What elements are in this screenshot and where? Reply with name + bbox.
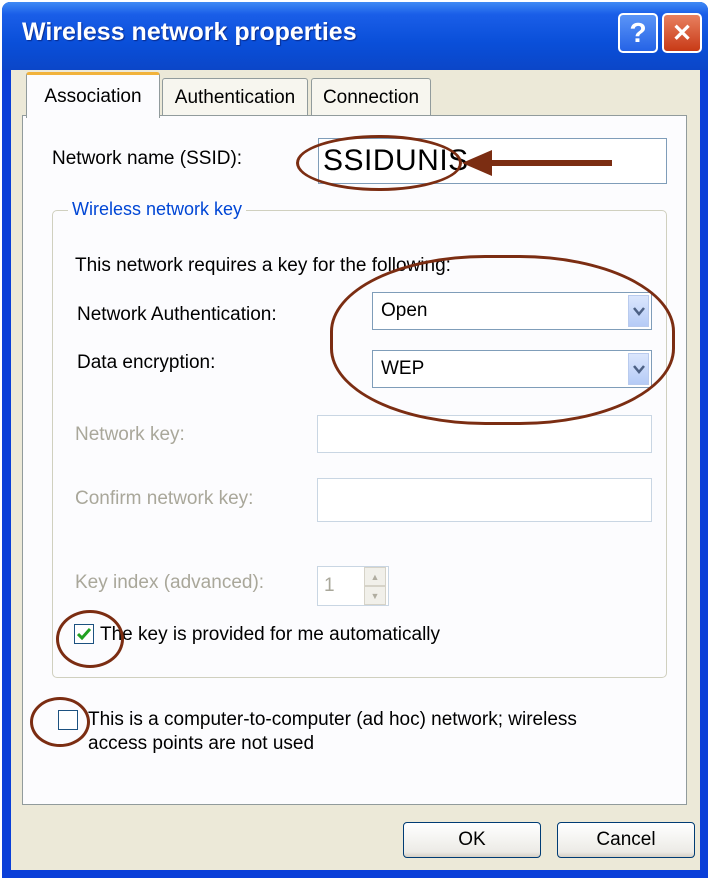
close-icon: ✕ bbox=[671, 19, 693, 47]
spin-down-icon[interactable]: ▼ bbox=[364, 586, 386, 605]
network-auth-label: Network Authentication: bbox=[77, 304, 277, 325]
adhoc-highlight-ellipse bbox=[30, 697, 90, 747]
auto-key-label[interactable]: The key is provided for me automatically bbox=[100, 624, 440, 646]
adhoc-label-line2[interactable]: access points are not used bbox=[88, 733, 314, 755]
tab-connection[interactable]: Connection bbox=[311, 78, 431, 116]
ssid-highlight-ellipse bbox=[296, 135, 462, 191]
tab-authentication[interactable]: Authentication bbox=[162, 78, 308, 116]
confirm-key-input[interactable] bbox=[317, 478, 652, 522]
group-title: Wireless network key bbox=[68, 199, 247, 220]
key-index-stepper[interactable]: 1 ▲ ▼ bbox=[317, 566, 389, 606]
window-title: Wireless network properties bbox=[22, 18, 357, 46]
cancel-button[interactable]: Cancel bbox=[557, 822, 695, 858]
tab-label: Authentication bbox=[174, 86, 296, 108]
data-encryption-label: Data encryption: bbox=[77, 352, 216, 373]
network-key-label: Network key: bbox=[75, 424, 185, 445]
auto-key-highlight-ellipse bbox=[56, 610, 124, 668]
help-button[interactable]: ? bbox=[618, 13, 658, 53]
tab-association[interactable]: Association bbox=[26, 72, 160, 118]
ok-button[interactable]: OK bbox=[403, 822, 541, 858]
confirm-key-label: Confirm network key: bbox=[75, 488, 254, 509]
tab-label: Association bbox=[44, 85, 142, 107]
key-index-label: Key index (advanced): bbox=[75, 572, 265, 593]
help-icon: ? bbox=[629, 17, 647, 48]
ssid-label: Network name (SSID): bbox=[52, 148, 243, 169]
spin-up-icon[interactable]: ▲ bbox=[364, 567, 386, 586]
tab-label: Connection bbox=[322, 86, 420, 108]
annotation-arrow-icon bbox=[462, 150, 612, 176]
close-button[interactable]: ✕ bbox=[662, 13, 702, 53]
auth-encryption-highlight-ellipse bbox=[330, 255, 675, 425]
key-index-value: 1 bbox=[324, 575, 335, 596]
adhoc-label-line1[interactable]: This is a computer-to-computer (ad hoc) … bbox=[88, 709, 577, 731]
